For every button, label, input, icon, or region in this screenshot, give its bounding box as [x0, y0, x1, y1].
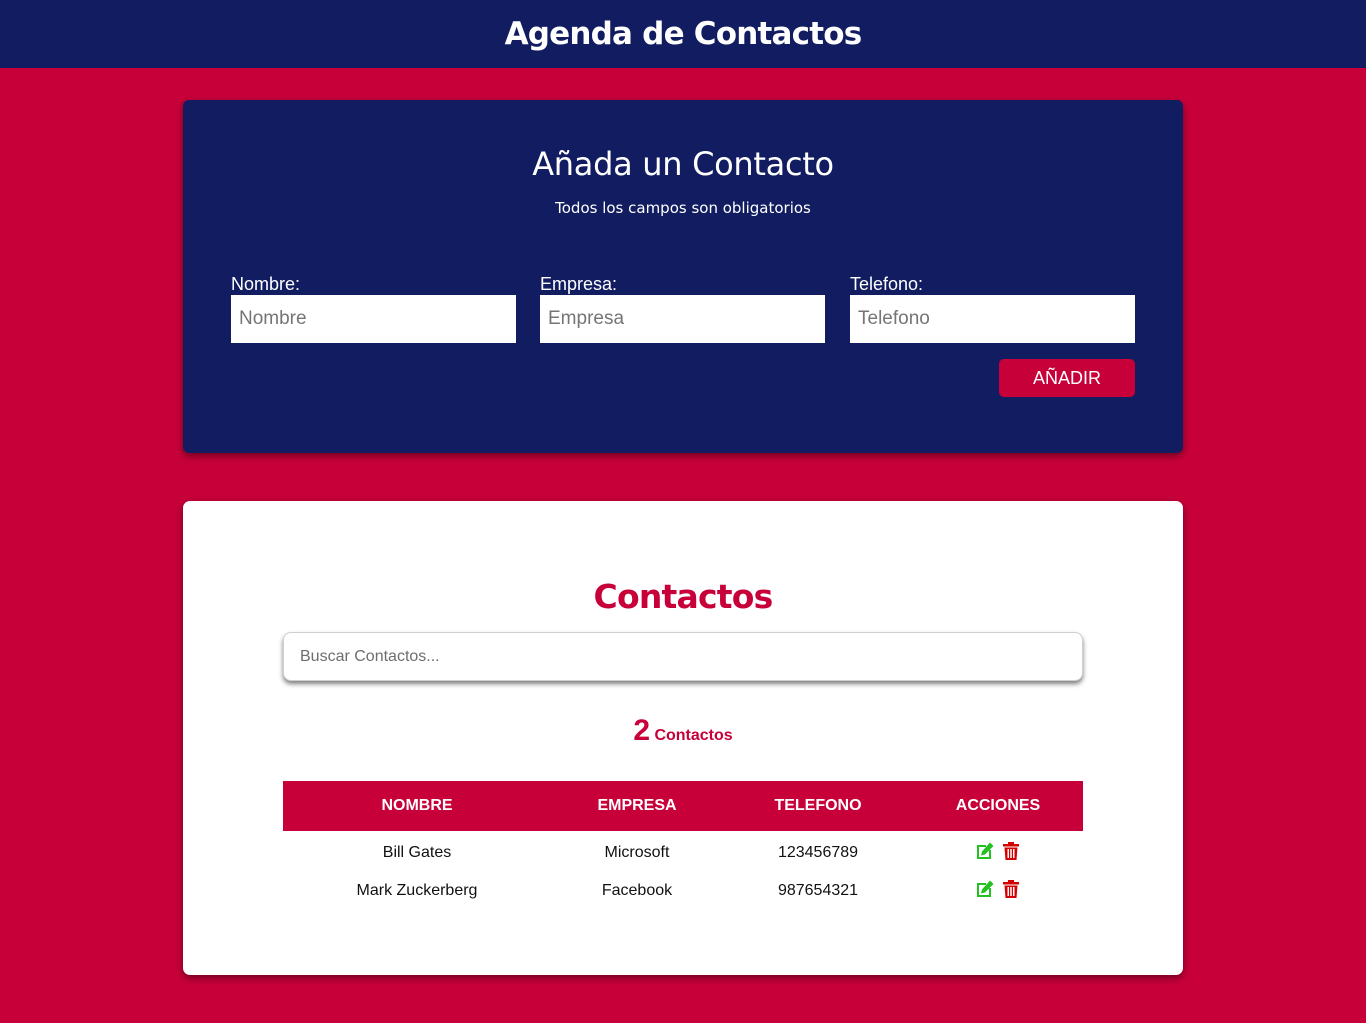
nombre-field-group: Nombre: [231, 273, 516, 343]
telefono-input[interactable] [850, 295, 1135, 343]
row-actions [975, 879, 1021, 899]
column-header-empresa: EMPRESA [597, 797, 677, 814]
edit-icon[interactable] [975, 841, 995, 861]
empresa-field-group: Empresa: [540, 273, 825, 343]
column-header-nombre: NOMBRE [381, 797, 453, 814]
column-header-acciones: ACCIONES [955, 797, 1041, 814]
empresa-input[interactable] [540, 295, 825, 343]
trash-icon[interactable] [1001, 879, 1021, 899]
telefono-label: Telefono: [850, 274, 924, 294]
cell-nombre: Mark Zuckerberg [356, 882, 478, 899]
telefono-field-group: Telefono: [850, 273, 1135, 343]
app-title: Agenda de Contactos [504, 16, 863, 52]
table-header-row: NOMBRE EMPRESA TELEFONO ACCIONES [283, 781, 1083, 831]
contacts-table: NOMBRE EMPRESA TELEFONO ACCIONES Bill Ga… [283, 781, 1083, 911]
empresa-label: Empresa: [540, 274, 618, 294]
form-title: Añada un Contacto [532, 145, 834, 183]
contacts-panel: Contactos 2 Contactos NOMBRE EMPRESA TEL… [183, 501, 1183, 975]
trash-icon[interactable] [1001, 841, 1021, 861]
column-header-telefono: TELEFONO [774, 797, 862, 814]
search-contacts-input[interactable] [283, 632, 1083, 681]
cell-nombre: Bill Gates [382, 844, 452, 861]
table-row: Bill Gates Microsoft 123456789 [283, 831, 1083, 871]
app-header: Agenda de Contactos [0, 0, 1366, 68]
contacts-title: Contactos [593, 577, 774, 616]
add-contact-button[interactable]: AÑADIR [999, 359, 1135, 397]
contacts-count-number: 2 [633, 714, 650, 747]
contacts-count-label: Contactos [654, 727, 733, 744]
cell-telefono: 987654321 [777, 882, 859, 899]
table-row: Mark Zuckerberg Facebook 987654321 [283, 871, 1083, 911]
cell-actions [913, 831, 1083, 871]
cell-telefono: 123456789 [777, 844, 859, 861]
cell-actions [913, 871, 1083, 911]
cell-empresa: Facebook [601, 882, 673, 899]
row-actions [975, 841, 1021, 861]
contacts-count: 2 Contactos [183, 714, 1183, 748]
add-contact-form: Añada un Contacto Todos los campos son o… [183, 100, 1183, 453]
form-subtitle: Todos los campos son obligatorios [555, 199, 811, 217]
edit-icon[interactable] [975, 879, 995, 899]
cell-empresa: Microsoft [604, 844, 670, 861]
nombre-input[interactable] [231, 295, 516, 343]
nombre-label: Nombre: [231, 274, 301, 294]
